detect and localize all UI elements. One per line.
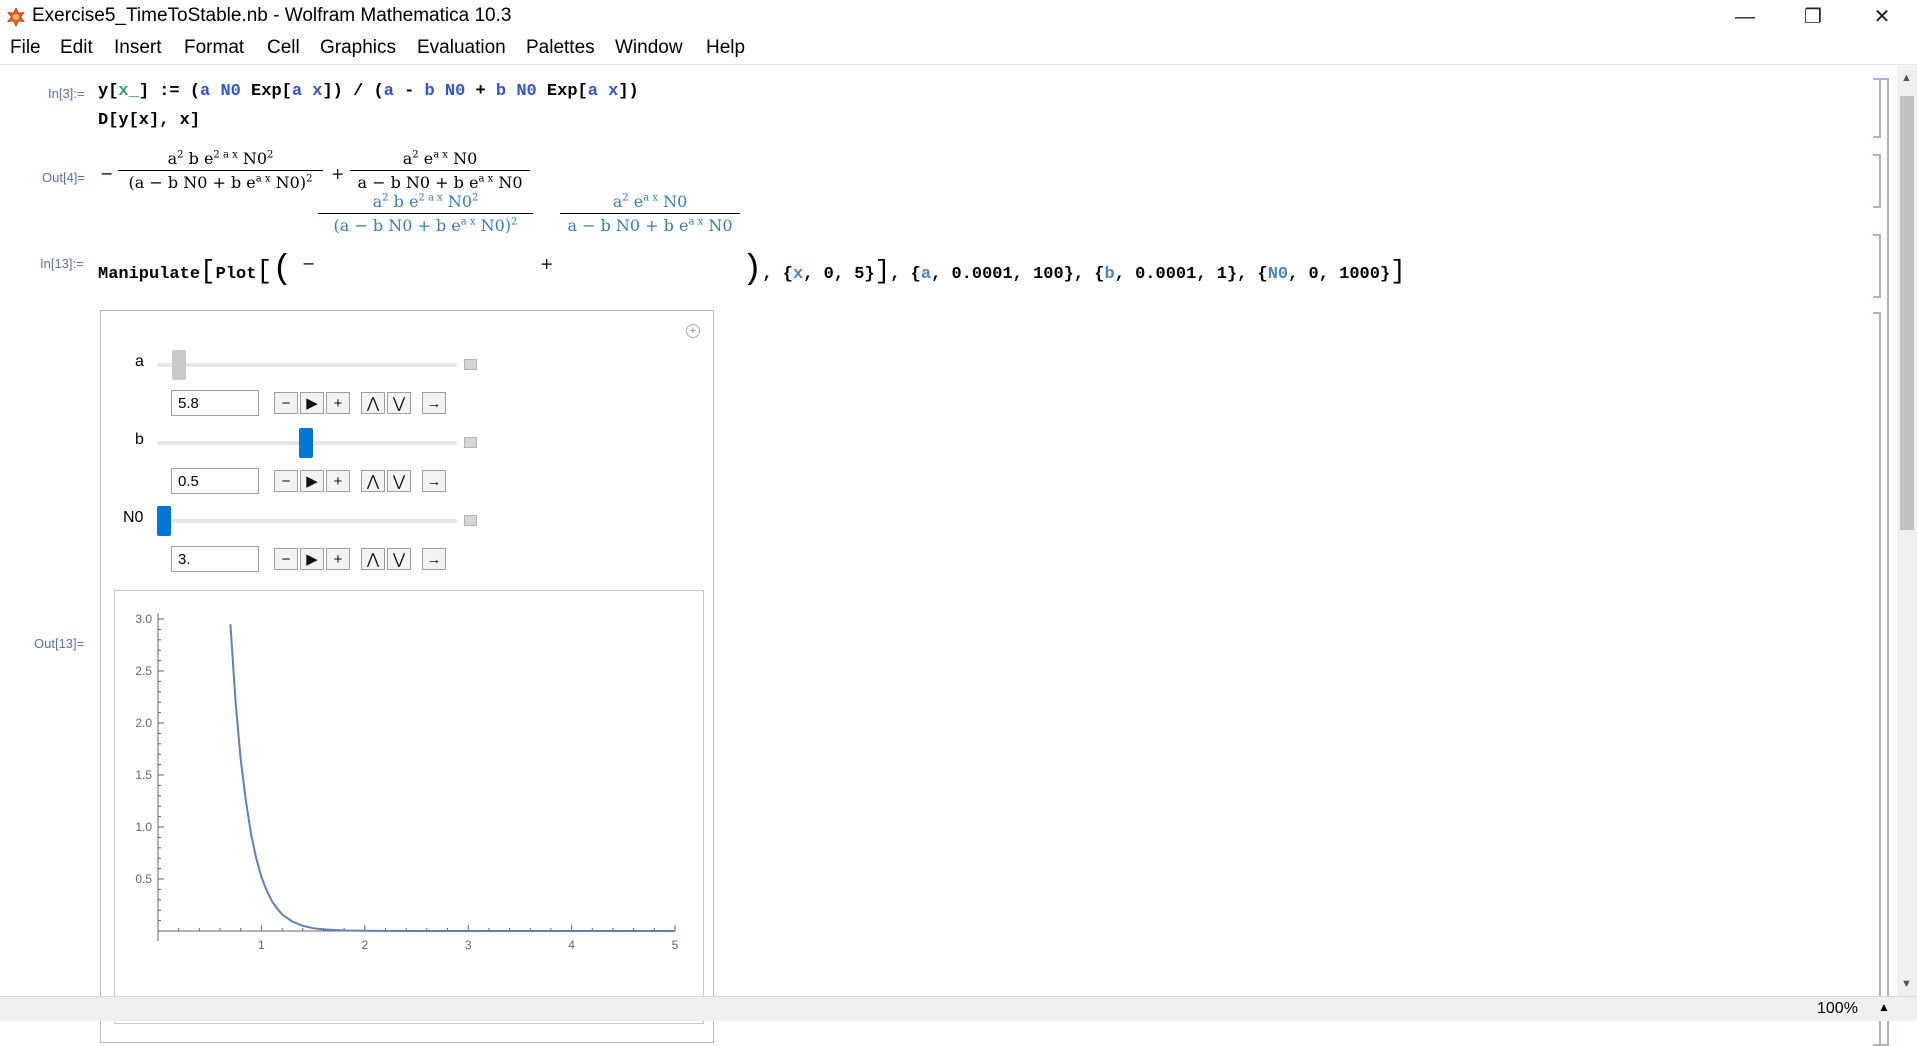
x-tick-label: 1: [258, 938, 265, 952]
zoom-up-icon[interactable]: ▲: [1878, 1000, 1890, 1014]
y-tick-label: 3.0: [135, 612, 152, 626]
window-title: Exercise5_TimeToStable.nb - Wolfram Math…: [32, 5, 512, 26]
value-field-n0[interactable]: 3.: [171, 546, 259, 572]
cell-bracket-in13[interactable]: [1873, 234, 1881, 298]
series-line: [229, 624, 675, 932]
direction-button-b[interactable]: →: [422, 470, 446, 492]
menu-help[interactable]: Help: [706, 37, 745, 59]
out4-fraction-1: a2 b e2 a x N02 (a − b N0 + b ea x N0)2: [118, 149, 323, 192]
y-tick-label: 0.5: [135, 872, 152, 886]
vertical-scrollbar[interactable]: ▲ ▼: [1897, 66, 1917, 996]
slider-collapse-b[interactable]: [464, 437, 477, 448]
faster-button-b[interactable]: ⋀: [361, 470, 385, 492]
plot-frame: 1 2 3 4 5 0.5 1.0 1.5 2.0 2.5 3.0: [114, 590, 704, 1024]
scroll-down-icon[interactable]: ▼: [1901, 978, 1912, 990]
increment-button-n0[interactable]: +: [326, 548, 350, 570]
manipulate-panel: + a 5.8 − ▶ + ⋀ ⋁ → b 0.5 − ▶ + ⋀ ⋁ → N0…: [100, 310, 714, 1043]
increment-button-a[interactable]: +: [326, 392, 350, 414]
close-button[interactable]: ✕: [1847, 0, 1917, 34]
menu-evaluation[interactable]: Evaluation: [417, 37, 506, 59]
control-label-b: b: [135, 431, 144, 448]
value-field-a[interactable]: 5.8: [171, 390, 259, 416]
direction-button-n0[interactable]: →: [422, 548, 446, 570]
increment-button-b[interactable]: +: [326, 470, 350, 492]
faster-button-a[interactable]: ⋀: [361, 392, 385, 414]
menu-graphics[interactable]: Graphics: [320, 37, 396, 59]
control-label-a: a: [135, 353, 144, 370]
out4-label: Out[4]=: [42, 170, 85, 185]
slower-button-a[interactable]: ⋁: [387, 392, 411, 414]
slider-track-n0[interactable]: [157, 519, 457, 523]
decrement-button-b[interactable]: −: [274, 470, 298, 492]
y-tick-label: 1.0: [135, 820, 152, 834]
x-tick-label: 2: [361, 938, 368, 952]
decrement-button-a[interactable]: −: [274, 392, 298, 414]
in3-line2[interactable]: D[y[x], x]: [98, 111, 200, 130]
cell-bracket-out4[interactable]: [1873, 154, 1881, 208]
cell-bracket-in3[interactable]: [1873, 78, 1881, 138]
slider-collapse-n0[interactable]: [464, 515, 477, 526]
options-plus-icon[interactable]: +: [686, 324, 700, 338]
play-button-n0[interactable]: ▶: [300, 548, 324, 570]
slower-button-b[interactable]: ⋁: [387, 470, 411, 492]
in13-minus: −: [302, 254, 316, 273]
mathematica-logo-icon: [7, 7, 25, 27]
out4-minus: −: [100, 164, 114, 183]
in13-input[interactable]: Manipulate[Plot[(: [98, 251, 292, 289]
menu-palettes[interactable]: Palettes: [526, 37, 595, 59]
out4-fraction-2: a2 ea x N0 a − b N0 + b ea x N0: [350, 149, 530, 192]
slider-collapse-a[interactable]: [464, 359, 477, 370]
value-field-b[interactable]: 0.5: [171, 468, 259, 494]
menu-window[interactable]: Window: [615, 37, 683, 59]
in3-line1[interactable]: y[x_] := (a N0 Exp[a x]) / (a - b N0 + b…: [98, 82, 639, 101]
menu-bar: File Edit Insert Format Cell Graphics Ev…: [0, 34, 1917, 65]
y-tick-label: 1.5: [135, 768, 152, 782]
in13-plus: +: [540, 254, 554, 273]
in13-rest[interactable]: ), {x, 0, 5}], {a, 0.0001, 100}, {b, 0.0…: [742, 251, 1406, 289]
notebook-area[interactable]: In[3]:= y[x_] := (a N0 Exp[a x]) / (a - …: [0, 66, 1897, 1046]
menu-file[interactable]: File: [10, 37, 41, 59]
zoom-level[interactable]: 100%: [1817, 1000, 1858, 1018]
menu-format[interactable]: Format: [184, 37, 244, 59]
slider-thumb-b[interactable]: [299, 428, 313, 458]
slider-track-a[interactable]: [157, 363, 457, 367]
restore-button[interactable]: ❐: [1778, 0, 1848, 34]
title-bar: Exercise5_TimeToStable.nb - Wolfram Math…: [0, 0, 1917, 34]
y-tick-label: 2.5: [135, 664, 152, 678]
slider-thumb-a[interactable]: [172, 350, 186, 380]
y-tick-label: 2.0: [135, 716, 152, 730]
cell-bracket-out13[interactable]: [1873, 312, 1881, 1046]
minimize-button[interactable]: —: [1710, 0, 1780, 34]
menu-cell[interactable]: Cell: [267, 37, 300, 59]
direction-button-a[interactable]: →: [422, 392, 446, 414]
in13-fraction-2: a2 ea x N0 a − b N0 + b ea x N0: [560, 192, 740, 235]
plot-chart: 1 2 3 4 5 0.5 1.0 1.5 2.0 2.5 3.0: [135, 612, 679, 952]
in3-label: In[3]:=: [48, 86, 85, 101]
scroll-up-icon[interactable]: ▲: [1901, 72, 1912, 84]
slower-button-n0[interactable]: ⋁: [387, 548, 411, 570]
out4-plus: +: [331, 164, 345, 183]
x-tick-label: 4: [568, 938, 575, 952]
control-label-n0: N0: [123, 509, 144, 526]
scroll-thumb[interactable]: [1900, 96, 1914, 530]
out13-label: Out[13]=: [34, 636, 85, 651]
x-tick-label: 5: [672, 938, 679, 952]
faster-button-n0[interactable]: ⋀: [361, 548, 385, 570]
in13-fraction-1: a2 b e2 a x N02 (a − b N0 + b ea x N0)2: [318, 192, 533, 235]
menu-edit[interactable]: Edit: [60, 37, 93, 59]
play-button-a[interactable]: ▶: [300, 392, 324, 414]
slider-thumb-n0[interactable]: [157, 506, 171, 536]
status-bar: 100% ▲: [0, 996, 1917, 1021]
play-button-b[interactable]: ▶: [300, 470, 324, 492]
x-tick-label: 3: [465, 938, 472, 952]
decrement-button-n0[interactable]: −: [274, 548, 298, 570]
group-bracket[interactable]: [1881, 78, 1889, 1046]
menu-insert[interactable]: Insert: [114, 37, 162, 59]
in13-label: In[13]:=: [40, 256, 84, 271]
